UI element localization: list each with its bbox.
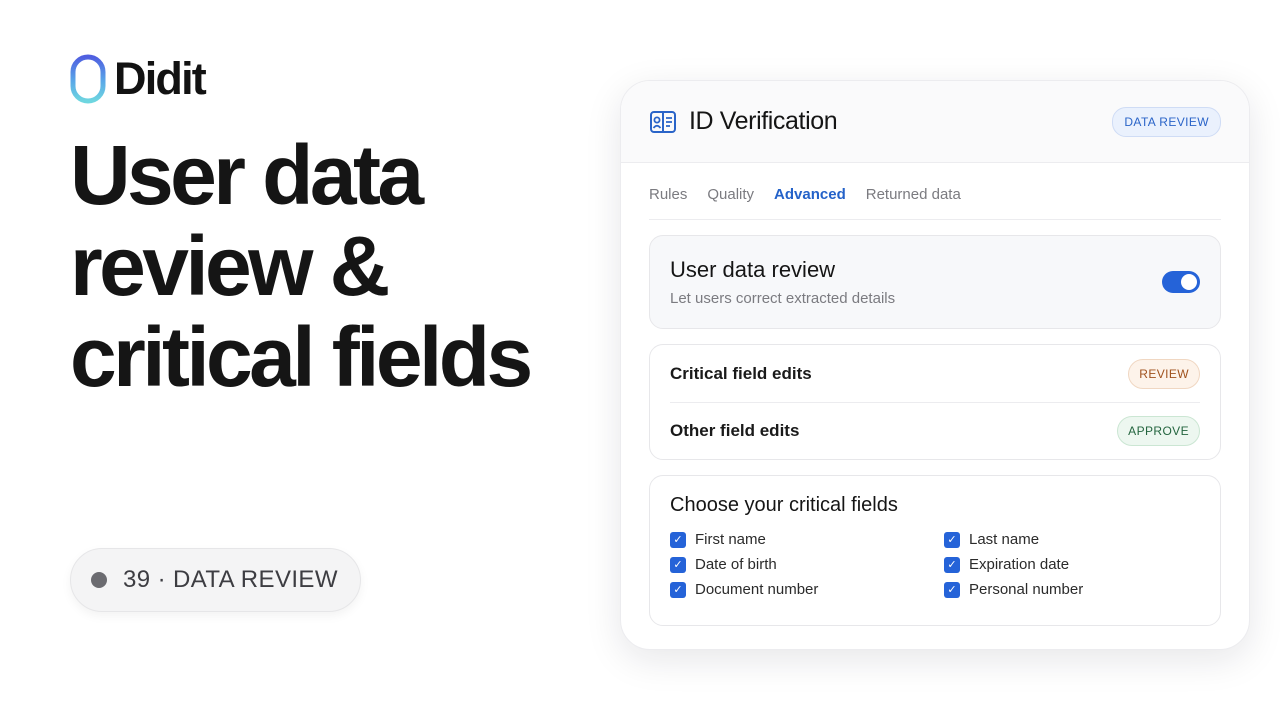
- card-header: ID Verification DATA REVIEW: [621, 81, 1249, 163]
- episode-pill: 39 · DATA REVIEW: [70, 548, 361, 612]
- user-data-review-section: User data review Let users correct extra…: [649, 235, 1221, 329]
- field-label: Date of birth: [695, 556, 777, 573]
- card-title-wrap: ID Verification: [649, 107, 838, 136]
- id-card-icon: [650, 110, 676, 133]
- edit-label: Critical field edits: [670, 363, 812, 383]
- tabs: Rules Quality Advanced Returned data: [649, 163, 1221, 220]
- headline-line-3: critical fields: [70, 310, 533, 404]
- checkbox-checked-icon[interactable]: ✓: [670, 556, 686, 573]
- episode-label: 39 · DATA REVIEW: [123, 566, 338, 593]
- status-badge: DATA REVIEW: [1112, 106, 1221, 137]
- brand: Didit: [70, 53, 207, 104]
- edit-label: Other field edits: [670, 421, 800, 440]
- card-title: ID Verification: [689, 107, 838, 135]
- toggle-title: User data review: [670, 257, 836, 282]
- dot-icon: [91, 572, 107, 588]
- toggle-knob: [1181, 274, 1197, 290]
- checkbox-checked-icon[interactable]: ✓: [944, 556, 960, 573]
- headline-line-1: User data: [70, 128, 424, 222]
- toggle-subtitle: Let users correct extracted details: [670, 290, 896, 307]
- checkbox-checked-icon[interactable]: ✓: [944, 581, 960, 598]
- headline-line-2: review &: [70, 219, 390, 313]
- brand-name: Didit: [114, 53, 207, 104]
- checkbox-checked-icon[interactable]: ✓: [670, 531, 686, 548]
- field-label: First name: [695, 531, 766, 548]
- tab-returned-data[interactable]: Returned data: [866, 186, 961, 203]
- tab-quality[interactable]: Quality: [707, 186, 754, 203]
- headline: User data review & critical fields: [70, 130, 590, 403]
- checkbox-checked-icon[interactable]: ✓: [944, 531, 960, 548]
- didit-logo-icon: [70, 54, 106, 104]
- fields-title: Choose your critical fields: [670, 494, 898, 516]
- tab-advanced[interactable]: Advanced: [774, 186, 846, 203]
- fields-grid: ✓ First name ✓ Last name ✓ Date of birth…: [670, 531, 1200, 598]
- critical-field-edits-row: Critical field edits REVIEW: [670, 345, 1200, 402]
- field-expiration-date[interactable]: ✓ Expiration date: [944, 556, 1200, 573]
- review-action-chip[interactable]: REVIEW: [1128, 358, 1200, 389]
- field-label: Personal number: [969, 581, 1084, 598]
- id-verification-card: ID Verification DATA REVIEW Rules Qualit…: [620, 80, 1250, 650]
- tab-rules[interactable]: Rules: [649, 186, 687, 203]
- field-label: Expiration date: [969, 556, 1070, 573]
- field-first-name[interactable]: ✓ First name: [670, 531, 944, 548]
- field-label: Last name: [969, 531, 1040, 548]
- field-document-number[interactable]: ✓ Document number: [670, 581, 944, 598]
- field-personal-number[interactable]: ✓ Personal number: [944, 581, 1200, 598]
- toggle-text: User data review Let users correct extra…: [670, 257, 895, 307]
- critical-fields-section: Choose your critical fields ✓ First name…: [649, 475, 1221, 626]
- field-label: Document number: [695, 581, 819, 598]
- checkbox-checked-icon[interactable]: ✓: [670, 581, 686, 598]
- field-date-of-birth[interactable]: ✓ Date of birth: [670, 556, 944, 573]
- edits-section: Critical field edits REVIEW Other field …: [649, 344, 1221, 460]
- approve-action-chip[interactable]: APPROVE: [1117, 416, 1200, 446]
- field-last-name[interactable]: ✓ Last name: [944, 531, 1200, 548]
- user-data-review-toggle[interactable]: [1162, 271, 1200, 293]
- other-field-edits-row: Other field edits APPROVE: [670, 402, 1200, 459]
